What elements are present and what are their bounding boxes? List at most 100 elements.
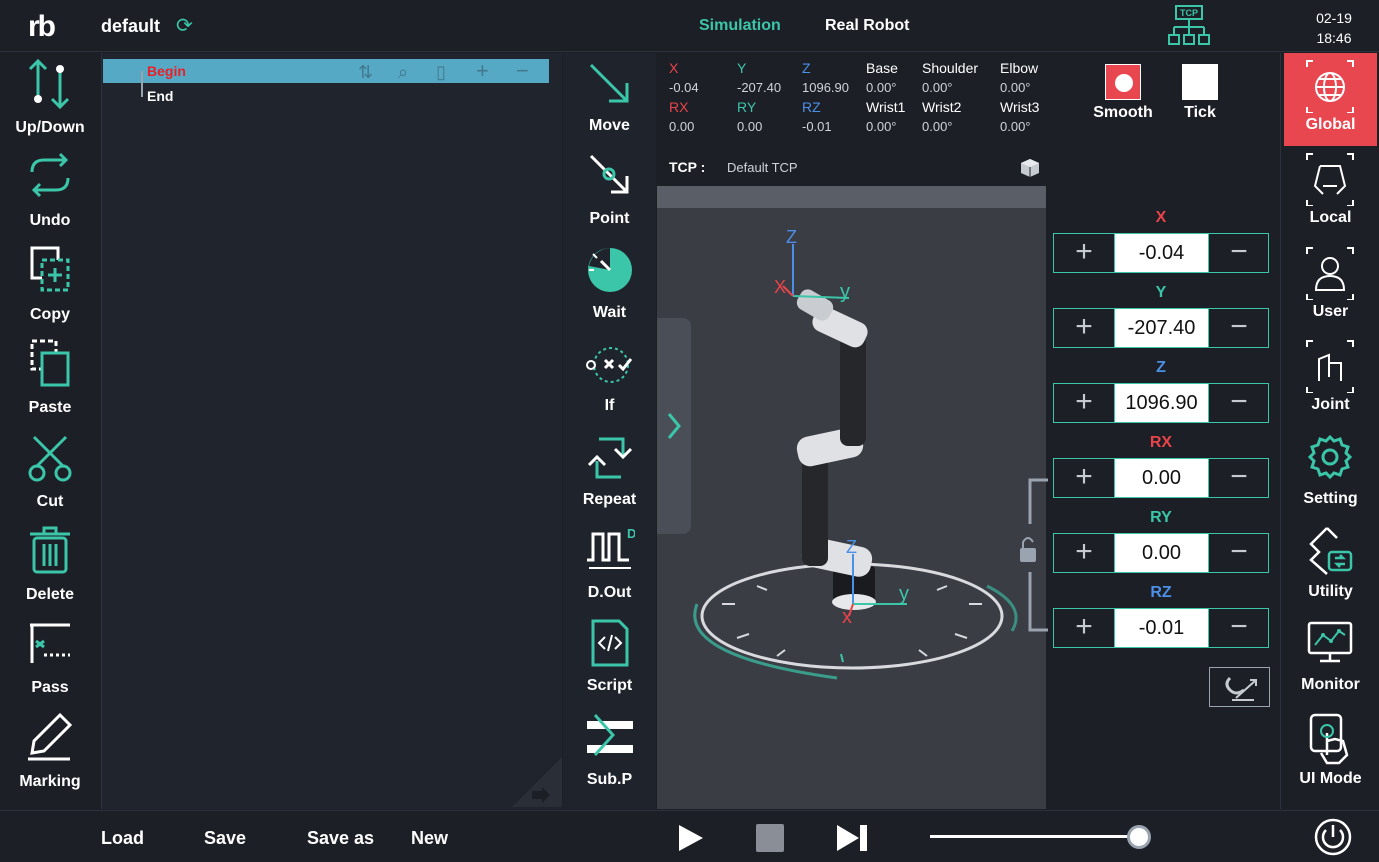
- paste-button[interactable]: Paste: [0, 333, 100, 426]
- pass-button[interactable]: Pass: [0, 613, 100, 706]
- search-icon[interactable]: ⌕: [398, 62, 408, 83]
- left-toolbar: Up/Down Undo Copy Paste Cut Delete Pass …: [0, 53, 100, 809]
- readout-rx-value: 0.00: [669, 119, 695, 134]
- stop-icon[interactable]: [756, 824, 784, 852]
- setting-button[interactable]: Setting: [1284, 427, 1377, 520]
- swap-icon[interactable]: ⇅: [358, 62, 373, 83]
- save-as-button[interactable]: Save as: [307, 828, 374, 849]
- readout-rz-key: RZ: [802, 99, 821, 115]
- user-frame-button[interactable]: User: [1284, 240, 1377, 333]
- jog-minus-button[interactable]: −: [1209, 534, 1269, 572]
- jog-axis-label: RZ: [1150, 584, 1172, 601]
- jog-minus-button[interactable]: −: [1209, 309, 1269, 347]
- up-down-button[interactable]: Up/Down: [0, 53, 100, 146]
- save-button[interactable]: Save: [204, 828, 246, 849]
- jog-value-field[interactable]: -0.01: [1114, 609, 1209, 647]
- digital-out-icon: D: [587, 526, 635, 569]
- top-x-axis-label: X: [774, 277, 786, 297]
- readout-wrist2-key: Wrist2: [922, 99, 962, 115]
- cut-button[interactable]: Cut: [0, 427, 100, 520]
- refresh-icon[interactable]: ⟳: [176, 13, 193, 38]
- utility-button[interactable]: Utility: [1284, 520, 1377, 613]
- add-icon[interactable]: +: [476, 58, 489, 84]
- copy-icon: [30, 246, 70, 292]
- copy-button[interactable]: Copy: [0, 240, 100, 333]
- global-frame-button[interactable]: Global: [1284, 53, 1377, 146]
- jog-plus-button[interactable]: +: [1054, 309, 1114, 347]
- smooth-dot: [1115, 74, 1133, 92]
- pass-icon: [30, 623, 70, 663]
- readout-rx-key: RX: [669, 99, 689, 115]
- wait-command[interactable]: Wait: [563, 240, 656, 333]
- point-command[interactable]: Point: [563, 146, 656, 239]
- readout-elbow-value: 0.00°: [1000, 80, 1031, 95]
- up-down-icon: [28, 58, 70, 110]
- dout-command[interactable]: D D.Out: [563, 520, 656, 613]
- jog-plus-button[interactable]: +: [1054, 234, 1114, 272]
- move-command[interactable]: Move: [563, 53, 656, 146]
- jog-minus-button[interactable]: −: [1209, 459, 1269, 497]
- jog-value-field[interactable]: -207.40: [1114, 309, 1209, 347]
- cube-view-icon[interactable]: [1019, 157, 1041, 179]
- jog-plus-button[interactable]: +: [1054, 609, 1114, 647]
- play-button[interactable]: [675, 823, 705, 853]
- paste-icon: [30, 339, 70, 387]
- speed-knob[interactable]: [1127, 825, 1151, 849]
- step-button[interactable]: [835, 823, 869, 853]
- project-name[interactable]: default: [101, 16, 160, 37]
- jog-value-field[interactable]: -0.04: [1114, 234, 1209, 272]
- smooth-toggle[interactable]: [1105, 64, 1141, 100]
- robot-viewport[interactable]: Z X y Z y x: [657, 186, 1046, 809]
- ui-mode-button[interactable]: UI Mode: [1284, 707, 1377, 800]
- tick-toggle[interactable]: [1182, 64, 1218, 100]
- jog-minus-button[interactable]: −: [1209, 234, 1269, 272]
- jog-axis-label: RX: [1149, 434, 1173, 451]
- align-tool-button[interactable]: [1209, 667, 1270, 707]
- tab-simulation[interactable]: Simulation: [699, 17, 781, 35]
- jog-lock-bracket[interactable]: [1020, 476, 1050, 636]
- readout-z-value: 1096.90: [802, 80, 849, 95]
- joint-mode-button[interactable]: Joint: [1284, 333, 1377, 426]
- local-frame-button[interactable]: Local: [1284, 146, 1377, 239]
- tree-begin-label: Begin: [147, 63, 186, 79]
- touch-hand-icon: [1309, 713, 1349, 765]
- jog-plus-button[interactable]: +: [1054, 384, 1114, 422]
- undo-button[interactable]: Undo: [0, 146, 100, 239]
- power-button[interactable]: [1313, 817, 1353, 857]
- doc-icon[interactable]: ▯: [436, 62, 446, 83]
- script-command[interactable]: Script: [563, 613, 656, 706]
- local-gripper-icon: [1306, 153, 1354, 206]
- readout-wrist3-value: 0.00°: [1000, 119, 1031, 134]
- speed-slider[interactable]: [930, 825, 1156, 849]
- readout-z-key: Z: [802, 60, 811, 76]
- load-button[interactable]: Load: [101, 828, 144, 849]
- user-label: User: [1312, 303, 1349, 320]
- point-label: Point: [589, 210, 630, 227]
- jog-value-field[interactable]: 0.00: [1114, 534, 1209, 572]
- delete-button[interactable]: Delete: [0, 520, 100, 613]
- if-command[interactable]: If: [563, 333, 656, 426]
- jog-minus-button[interactable]: −: [1209, 384, 1269, 422]
- monitor-button[interactable]: Monitor: [1284, 613, 1377, 706]
- tree-end-label[interactable]: End: [147, 88, 173, 104]
- jog-plus-button[interactable]: +: [1054, 534, 1114, 572]
- jog-value-field[interactable]: 1096.90: [1114, 384, 1209, 422]
- readout-wrist2-value: 0.00°: [922, 119, 953, 134]
- marking-button[interactable]: Marking: [0, 707, 100, 800]
- tab-real-robot[interactable]: Real Robot: [825, 17, 909, 35]
- jog-minus-button[interactable]: −: [1209, 609, 1269, 647]
- joint-label: Joint: [1311, 396, 1350, 413]
- jog-plus-button[interactable]: +: [1054, 459, 1114, 497]
- tcp-value[interactable]: Default TCP: [727, 160, 798, 175]
- monitor-label: Monitor: [1301, 676, 1360, 693]
- subp-command[interactable]: Sub.P: [563, 707, 656, 800]
- tcp-network-icon[interactable]: TCP: [1166, 4, 1212, 48]
- jog-value-field[interactable]: 0.00: [1114, 459, 1209, 497]
- repeat-command[interactable]: Repeat: [563, 427, 656, 520]
- robot-scene: Z X y Z y x: [693, 227, 1018, 680]
- paste-label: Paste: [28, 399, 72, 416]
- new-button[interactable]: New: [411, 828, 448, 849]
- remove-icon[interactable]: −: [516, 58, 529, 84]
- readout-elbow-key: Elbow: [1000, 60, 1039, 76]
- setting-label: Setting: [1303, 490, 1358, 507]
